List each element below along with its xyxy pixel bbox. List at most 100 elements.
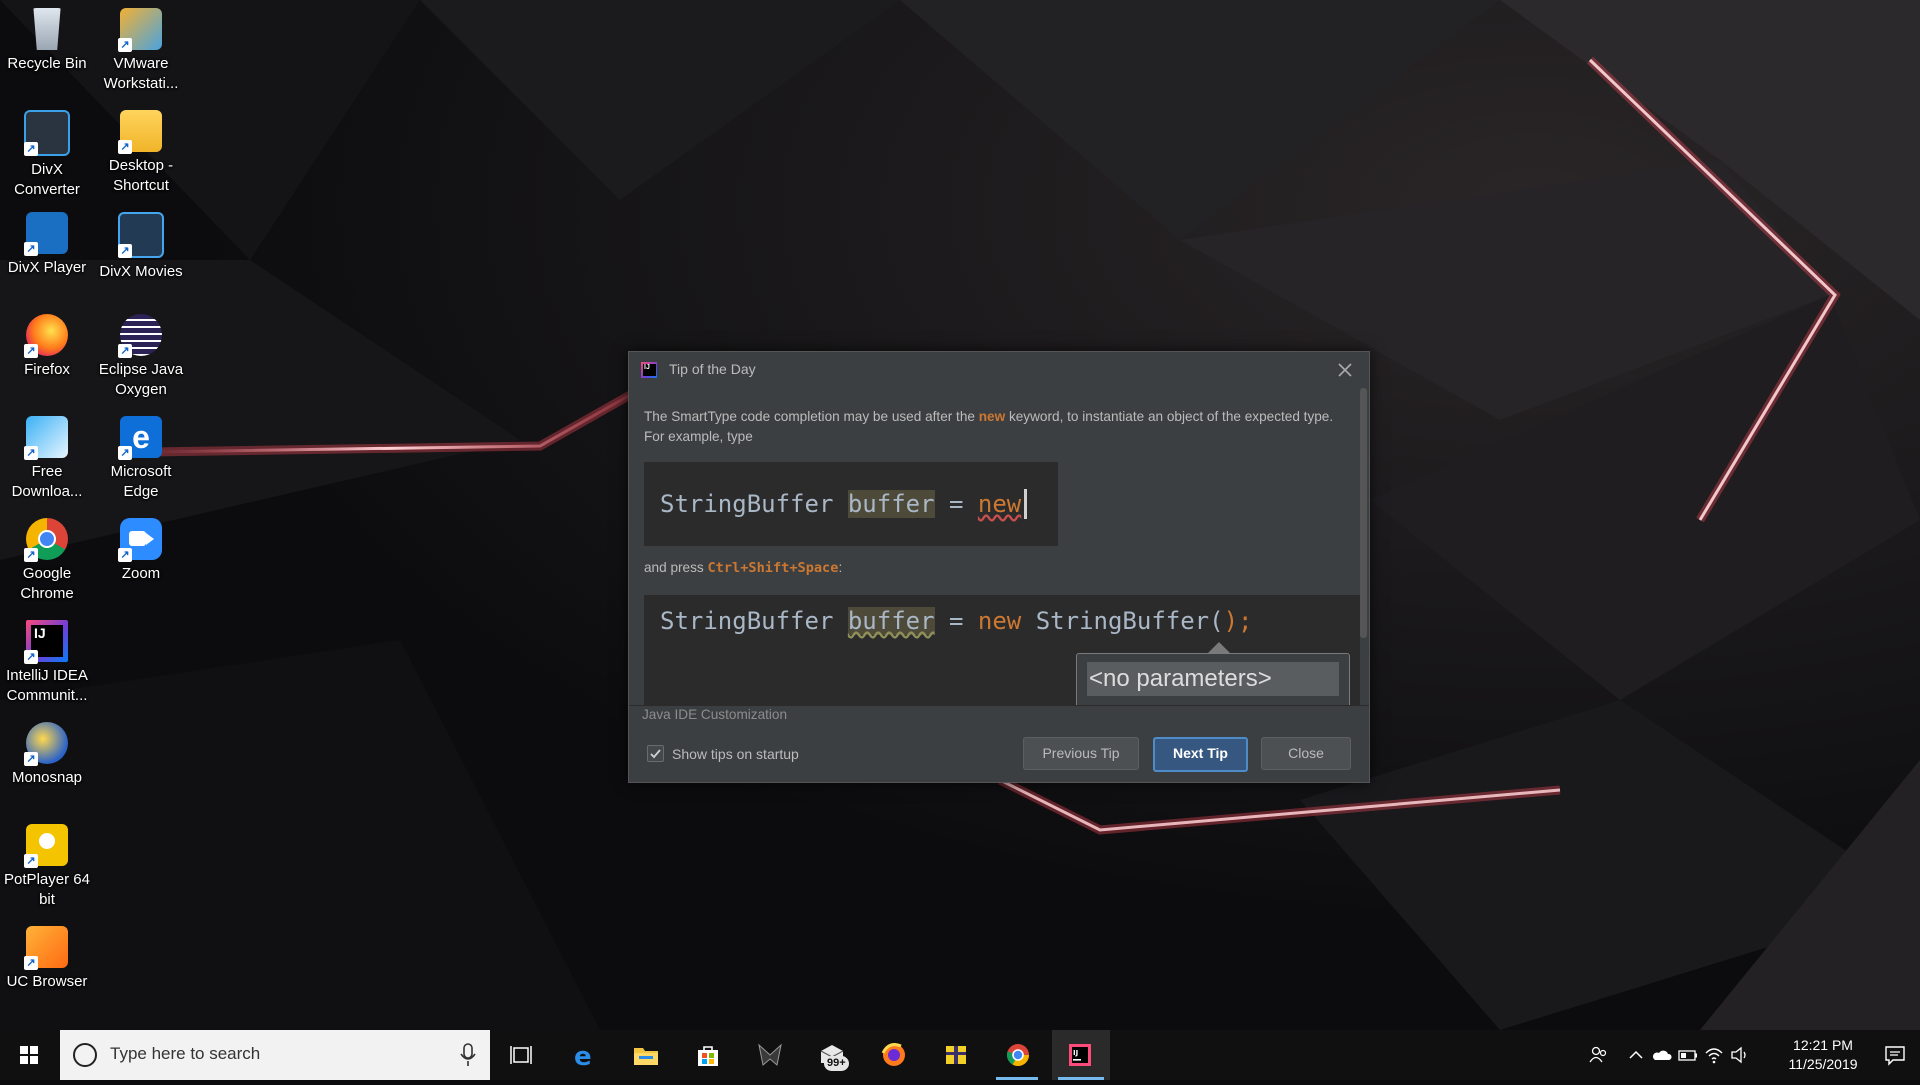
action-center-icon[interactable] xyxy=(1884,1044,1906,1066)
desktop-icon-free-download[interactable]: ↗ Free Downloa... xyxy=(0,412,94,502)
desktop-icon-intellij[interactable]: IJ ↗ IntelliJ IDEA Communit... xyxy=(0,616,94,706)
intellij-icon: IJ xyxy=(641,362,657,378)
desktop-icon-label: Free Downloa... xyxy=(11,463,83,500)
windows-logo-icon xyxy=(20,1046,38,1064)
keyboard-shortcut: Ctrl+Shift+Space xyxy=(707,560,839,576)
clock-date: 11/25/2019 xyxy=(1788,1056,1858,1072)
tip-keyword: new xyxy=(978,409,1006,424)
desktop-icon-monosnap[interactable]: ↗ Monosnap xyxy=(0,718,94,788)
onedrive-icon[interactable] xyxy=(1652,1045,1672,1065)
svg-text:IJ: IJ xyxy=(1073,1049,1078,1057)
code-keyword: new xyxy=(977,607,1022,635)
shortcut-instruction: and press Ctrl+Shift+Space: xyxy=(644,560,842,576)
chrome-icon: ↗ xyxy=(24,518,68,562)
desktop-icon-divx-converter[interactable]: ↗ DivX Converter xyxy=(0,106,94,200)
tip-category: Java IDE Customization xyxy=(642,707,788,722)
checkbox-checked-icon[interactable] xyxy=(647,745,664,762)
tip-text-before: The SmartType code completion may be use… xyxy=(644,409,979,424)
cortana-icon xyxy=(73,1043,97,1067)
desktop-icon-label: Microsoft Edge xyxy=(110,463,172,500)
clock-time: 12:21 PM xyxy=(1793,1037,1853,1053)
desktop-icon-label: DivX Movies xyxy=(99,263,183,280)
desktop-icon-eclipse[interactable]: ↗ Eclipse Java Oxygen xyxy=(94,310,188,400)
app-icon-text: IJ xyxy=(643,364,656,376)
desktop-icon-label: UC Browser xyxy=(6,973,88,990)
desktop-icon-zoom[interactable]: ↗ Zoom xyxy=(94,514,188,584)
recycle-bin-icon xyxy=(33,8,61,50)
desktop-icon-label: Firefox xyxy=(24,361,70,378)
taskbar-intellij[interactable]: IJ xyxy=(1052,1030,1110,1080)
wifi-icon[interactable] xyxy=(1704,1045,1724,1065)
desktop-icon-label: Recycle Bin xyxy=(7,55,87,72)
taskbar-firefox[interactable] xyxy=(866,1030,920,1080)
intellij-icon: IJ ↗ xyxy=(24,620,68,664)
desktop-icon-divx-movies[interactable]: ↗ DivX Movies xyxy=(94,208,188,282)
dialog-title: Tip of the Day xyxy=(669,361,756,377)
uc-browser-icon: ↗ xyxy=(24,926,68,970)
code-example-after: StringBuffer buffer = new StringBuffer()… xyxy=(644,595,1360,705)
volume-icon[interactable] xyxy=(1730,1045,1750,1065)
battery-icon[interactable] xyxy=(1678,1045,1698,1065)
dialog-divider xyxy=(629,705,1369,706)
firefox-icon: ↗ xyxy=(24,314,68,358)
desktop-icon-label: PotPlayer 64 bit xyxy=(4,871,90,908)
desktop-icon-firefox[interactable]: ↗ Firefox xyxy=(0,310,94,380)
code-operator: = xyxy=(949,607,964,635)
tip-of-the-day-dialog: IJ Tip of the Day The SmartType code com… xyxy=(628,351,1370,783)
desktop-icon-microsoft-edge[interactable]: e ↗ Microsoft Edge xyxy=(94,412,188,502)
desktop-icon-divx-player[interactable]: ↗ DivX Player xyxy=(0,208,94,278)
desktop-icon-label: IntelliJ IDEA Communit... xyxy=(6,667,88,704)
desktop-icon-label: Zoom xyxy=(121,565,161,582)
start-button[interactable] xyxy=(0,1030,58,1080)
taskbar-store[interactable] xyxy=(680,1030,734,1080)
folder-icon: ↗ xyxy=(118,110,162,154)
mail-badge: 99+ xyxy=(824,1056,849,1071)
chrome-icon xyxy=(1006,1044,1029,1066)
system-clock[interactable]: 12:21 PM 11/25/2019 xyxy=(1778,1036,1868,1074)
desktop-icon-google-chrome[interactable]: ↗ Google Chrome xyxy=(0,514,94,604)
code-example-before: StringBuffer buffer = new xyxy=(644,462,1058,546)
divx-movies-icon: ↗ xyxy=(118,212,164,258)
tip-scrollbar[interactable] xyxy=(1360,388,1367,638)
close-icon[interactable] xyxy=(1333,358,1357,382)
code-operator: = xyxy=(949,490,964,518)
code-line: StringBuffer buffer = new xyxy=(660,490,1021,518)
desktop-icon-vmware[interactable]: ↗ VMware Workstati... xyxy=(94,4,188,94)
next-tip-button[interactable]: Next Tip xyxy=(1153,737,1248,772)
edge-icon: e xyxy=(574,1043,592,1067)
vmware-icon: ↗ xyxy=(118,8,162,52)
close-button[interactable]: Close xyxy=(1261,737,1351,770)
taskbar-winrar[interactable] xyxy=(928,1030,982,1080)
taskbar-predator-sense[interactable] xyxy=(742,1030,796,1080)
taskbar-search-box[interactable]: Type here to search xyxy=(60,1030,490,1080)
desktop-icon-label: DivX Converter xyxy=(14,161,80,198)
desktop-icon-uc-browser[interactable]: ↗ UC Browser xyxy=(0,922,94,992)
code-variable: buffer xyxy=(847,607,935,635)
desktop-icon-label: Monosnap xyxy=(11,769,83,786)
chevron-up-icon[interactable] xyxy=(1626,1045,1646,1065)
popup-text: <no parameters> xyxy=(1087,662,1339,696)
code-line: StringBuffer buffer = new StringBuffer()… xyxy=(660,607,1252,635)
desktop-icon-recycle-bin[interactable]: Recycle Bin xyxy=(0,4,94,74)
taskbar-file-explorer[interactable] xyxy=(618,1030,672,1080)
potplayer-icon: ↗ xyxy=(24,824,68,868)
previous-tip-button[interactable]: Previous Tip xyxy=(1023,737,1139,770)
desktop-icon-potplayer[interactable]: ↗ PotPlayer 64 bit xyxy=(0,820,94,910)
dialog-title-bar[interactable]: IJ Tip of the Day xyxy=(629,352,1369,388)
desktop-icon-desktop-shortcut[interactable]: ↗ Desktop - Shortcut xyxy=(94,106,188,196)
people-icon[interactable] xyxy=(1588,1045,1608,1065)
code-variable: buffer xyxy=(847,490,935,518)
desktop-icon-label: Google Chrome xyxy=(20,565,74,602)
desktop-icon-label: Desktop - Shortcut xyxy=(108,157,174,194)
firefox-icon xyxy=(881,1043,905,1066)
taskbar-mail[interactable]: 99+ xyxy=(804,1030,858,1080)
eclipse-icon: ↗ xyxy=(118,314,162,358)
show-tips-checkbox[interactable]: Show tips on startup xyxy=(647,745,799,762)
code-type: StringBuffer xyxy=(660,490,834,518)
taskbar-chrome[interactable] xyxy=(990,1030,1044,1080)
task-view-button[interactable] xyxy=(494,1030,548,1080)
text-caret xyxy=(1024,489,1027,519)
monosnap-icon: ↗ xyxy=(24,722,68,766)
microphone-icon[interactable] xyxy=(458,1042,478,1068)
taskbar-edge[interactable]: e xyxy=(556,1030,610,1080)
